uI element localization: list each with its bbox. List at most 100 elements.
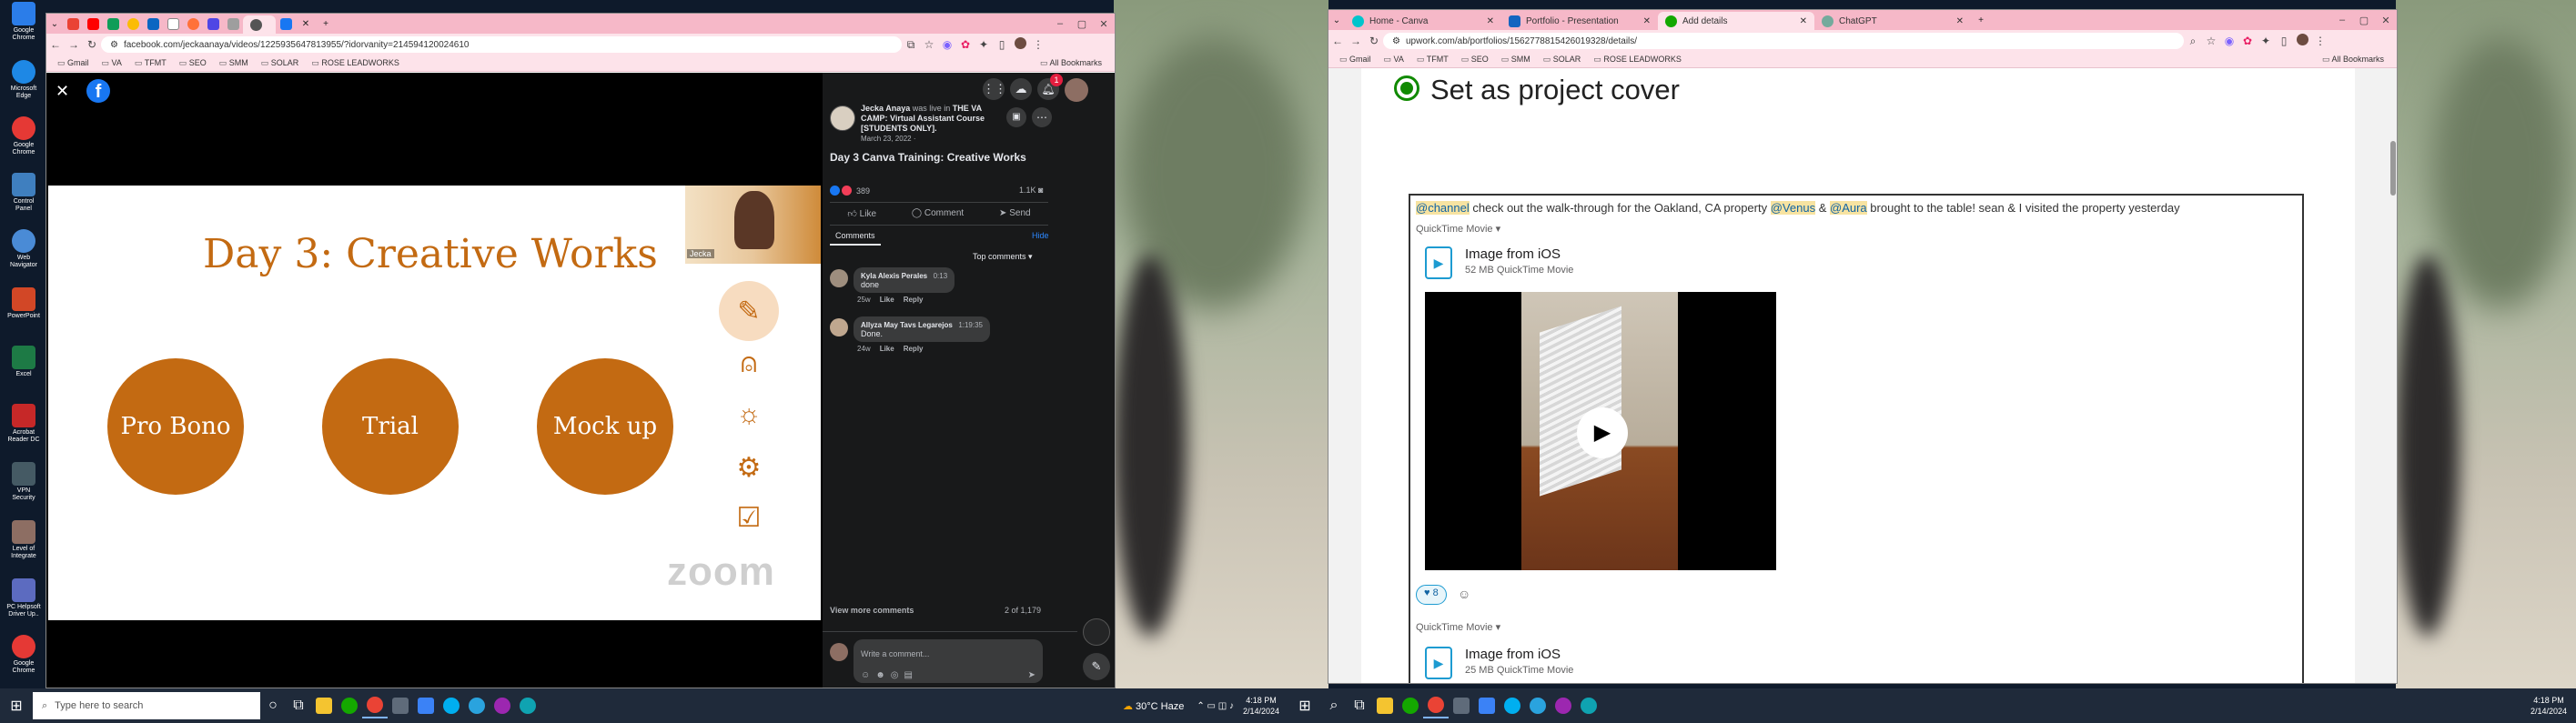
attachment-type-label[interactable]: QuickTime Movie ▾	[1416, 621, 1500, 633]
close-window-icon[interactable]: ✕	[2375, 15, 2397, 26]
file-card[interactable]: ▶ Image from iOS 52 MB QuickTime Movie	[1425, 241, 1971, 288]
video-preview[interactable]: ▶	[1425, 292, 1776, 570]
tab-portfolio[interactable]: Portfolio - Presentation ✕	[1501, 12, 1658, 30]
clock[interactable]: 4:18 PM 2/14/2024	[1243, 695, 1279, 717]
reload-icon[interactable]: ↻	[1365, 35, 1383, 47]
desktop-icon[interactable]: Google Chrome	[5, 2, 42, 56]
close-window-icon[interactable]: ✕	[1093, 18, 1115, 30]
desktop-icon[interactable]: Google Chrome	[5, 116, 42, 171]
skype-icon[interactable]	[1500, 693, 1525, 718]
emoji-icon[interactable]: ☻	[875, 670, 885, 680]
tab-linkedin[interactable]	[143, 14, 163, 34]
bookmark-star-icon[interactable]: ☆	[920, 38, 938, 51]
commenter-name[interactable]: Allyza May Tavs Legarejos	[861, 321, 953, 329]
author-name[interactable]: Jecka Anaya	[861, 104, 910, 113]
app-icon[interactable]	[413, 693, 439, 718]
tab-flipboard[interactable]	[203, 14, 223, 34]
send-comment-icon[interactable]: ➤	[1028, 670, 1035, 680]
close-icon[interactable]: ✕	[56, 82, 69, 101]
telegram-icon[interactable]	[1525, 693, 1551, 718]
mention-aura[interactable]: @Aura	[1830, 201, 1867, 215]
tab-canva[interactable]: Home - Canva ✕	[1345, 12, 1501, 30]
author-avatar[interactable]	[830, 105, 855, 131]
desktop-icon[interactable]: Google Chrome	[5, 635, 42, 689]
reload-icon[interactable]: ↻	[83, 38, 101, 51]
site-info-icon[interactable]: ⚙	[1392, 36, 1400, 46]
profile-avatar[interactable]	[1011, 37, 1029, 52]
tab-sound[interactable]	[243, 15, 276, 34]
search-icon[interactable]: ⌕	[1321, 693, 1347, 718]
extension-icon[interactable]: ✿	[2238, 35, 2257, 47]
skype-icon[interactable]	[439, 693, 464, 718]
minimize-icon[interactable]: –	[1049, 18, 1071, 29]
desktop-icon[interactable]: PowerPoint	[5, 287, 42, 342]
bookmark-item[interactable]: VA	[1384, 55, 1404, 65]
commenter-avatar[interactable]	[830, 318, 848, 336]
forward-icon[interactable]: →	[65, 38, 83, 51]
tab-chrome[interactable]	[123, 14, 143, 34]
tab-gmail[interactable]	[63, 14, 83, 34]
chat-bubble-icon[interactable]	[1083, 618, 1110, 646]
view-more-comments[interactable]: View more comments	[830, 606, 914, 615]
send-button[interactable]: ➤ Send	[999, 208, 1031, 219]
address-bar[interactable]: ⚙ facebook.com/jeckaanaya/videos/12259356…	[101, 36, 902, 53]
maximize-icon[interactable]: ▢	[2353, 15, 2375, 26]
bookmark-item[interactable]: SMM	[1501, 55, 1530, 65]
windows-start-icon[interactable]: ⊞	[0, 693, 33, 718]
tab-sheets[interactable]	[103, 14, 123, 34]
edge-icon[interactable]	[1576, 693, 1601, 718]
attachment-type-label[interactable]: QuickTime Movie ▾	[1416, 223, 1500, 235]
desktop-icon[interactable]: Level of Integrate	[5, 520, 42, 575]
mention-venus[interactable]: @Venus	[1770, 201, 1816, 215]
taskbar-search[interactable]: ⌕ Type here to search	[33, 692, 260, 719]
upwork-app-icon[interactable]	[1398, 693, 1423, 718]
camera-icon[interactable]: ◎	[891, 670, 899, 680]
sidebar-icon[interactable]: ▯	[2275, 35, 2293, 47]
more-options-icon[interactable]: ⋯	[1032, 107, 1052, 127]
chrome-icon[interactable]	[1423, 693, 1449, 718]
file-explorer-icon[interactable]	[311, 693, 337, 718]
hide-link[interactable]: Hide	[1032, 231, 1049, 240]
reaction-pill[interactable]: ♥ 8	[1416, 585, 1447, 605]
new-message-icon[interactable]: ✎	[1083, 653, 1110, 680]
app-icon[interactable]	[1474, 693, 1500, 718]
task-view-icon[interactable]: ⧉	[1347, 693, 1372, 718]
task-view-icon[interactable]: ⧉	[286, 693, 311, 718]
file-name[interactable]: Image from iOS	[1465, 246, 1561, 262]
bookmark-item[interactable]: TFMT	[135, 58, 167, 68]
bookmark-item[interactable]: SEO	[179, 58, 207, 68]
video-player[interactable]: ✕ f Day 3: Creative Works Pro Bono Trial…	[46, 73, 823, 688]
avatar-sticker-icon[interactable]: ☺	[861, 670, 870, 680]
sort-dropdown[interactable]: Top comments ▾	[973, 252, 1033, 262]
desktop-icon[interactable]: Excel	[5, 346, 42, 400]
windows-start-icon[interactable]: ⊞	[1288, 693, 1321, 718]
facebook-logo[interactable]: f	[86, 79, 110, 103]
reaction-summary[interactable]: 389	[830, 186, 870, 196]
add-reaction-icon[interactable]: ☺	[1458, 587, 1470, 601]
bookmark-star-icon[interactable]: ☆	[2202, 35, 2220, 47]
commenter-avatar[interactable]	[830, 269, 848, 287]
extensions-puzzle-icon[interactable]: ✦	[975, 38, 993, 51]
cast-icon[interactable]: ⧉	[902, 38, 920, 52]
gif-icon[interactable]: ▤	[904, 670, 912, 680]
bookmark-item[interactable]: ROSE LEADWORKS	[311, 58, 399, 68]
back-icon[interactable]: ←	[46, 38, 65, 51]
extensions-puzzle-icon[interactable]: ✦	[2257, 35, 2275, 47]
menu-grid-icon[interactable]: ⋮⋮	[983, 78, 1006, 100]
bookmark-item[interactable]: ROSE LEADWORKS	[1593, 55, 1682, 65]
comment-like-link[interactable]: Like	[880, 296, 894, 304]
tab-generic[interactable]	[223, 14, 243, 34]
tab-close-icon[interactable]: ✕	[1800, 16, 1807, 26]
menu-dots-icon[interactable]: ⋮	[1029, 38, 1047, 51]
save-icon[interactable]: ▣	[1006, 107, 1026, 127]
address-bar[interactable]: ⚙ upwork.com/ab/portfolios/15627788154260…	[1383, 33, 2184, 49]
chrome-icon[interactable]	[362, 693, 388, 718]
maximize-icon[interactable]: ▢	[1071, 18, 1093, 30]
desktop-icon[interactable]: VPN Security	[5, 462, 42, 517]
desktop-icon[interactable]: Control Panel	[5, 173, 42, 227]
upwork-app-icon[interactable]	[337, 693, 362, 718]
mention-channel[interactable]: @channel	[1416, 201, 1470, 215]
tab-chatgpt[interactable]: ChatGPT ✕	[1814, 12, 1971, 30]
all-bookmarks[interactable]: All Bookmarks	[1040, 58, 1102, 68]
extension-icon[interactable]: ◉	[938, 38, 956, 51]
